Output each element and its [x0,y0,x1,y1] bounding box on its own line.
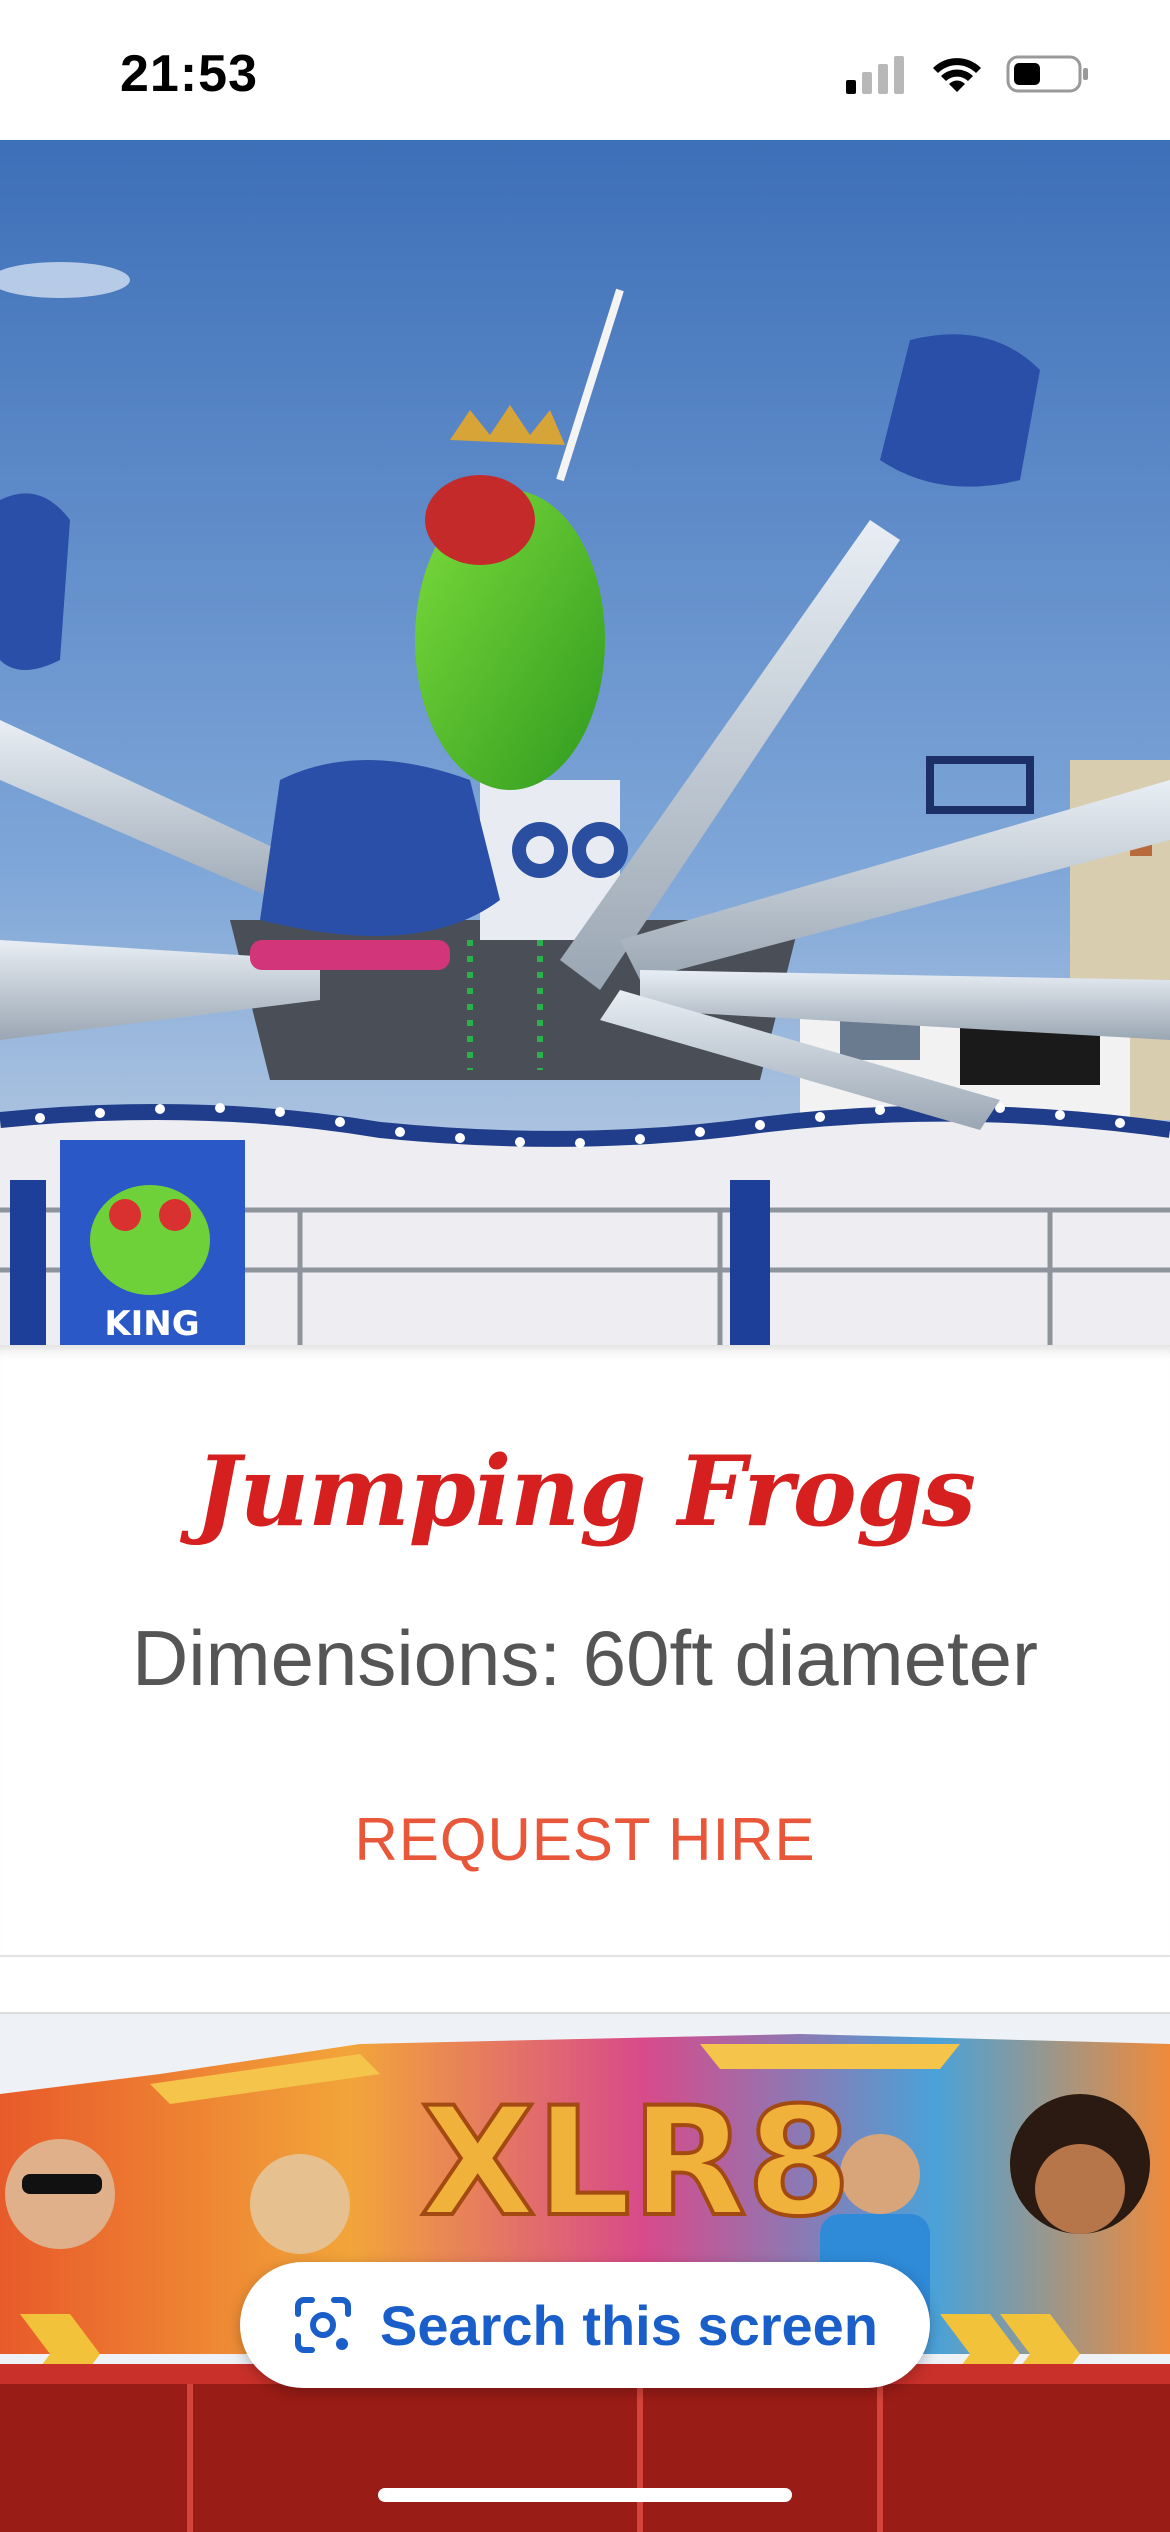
status-icons [846,54,1090,94]
cellular-signal-icon [846,56,904,94]
section-divider [0,1957,1170,2014]
ride-card: Jumping Frogs Dimensions: 60ft diameter … [0,1345,1170,1957]
lens-camera-icon [294,2297,351,2353]
status-time: 21:53 [120,45,258,103]
poster-sign-text: KING [104,1304,199,1344]
wifi-icon [933,58,981,92]
xlr8-logo-text: XLR8 [420,2076,851,2250]
search-this-screen-label: Search this screen [379,2293,879,2357]
ride-image-jumping-frogs: KING [0,140,1170,1345]
ride-photo: KING [0,140,1170,1345]
battery-icon [1006,55,1088,93]
home-indicator[interactable] [378,2488,792,2502]
request-hire-button[interactable]: REQUEST HIRE [0,1805,1170,1874]
ride-title: Jumping Frogs [195,1435,976,1548]
status-bar: 21:53 [0,0,1170,140]
search-this-screen-button[interactable]: Search this screen [240,2262,930,2388]
ride-dimensions: Dimensions: 60ft diameter [131,1614,1039,1702]
